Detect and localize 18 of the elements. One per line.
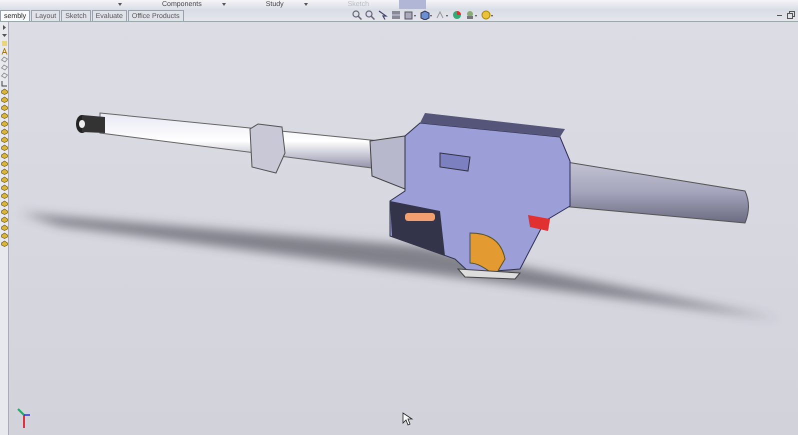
expand-arrow-icon[interactable] [0, 24, 8, 31]
axis-triad-icon [17, 408, 30, 428]
zoom-area-icon[interactable] [364, 10, 375, 20]
restore-icon[interactable] [787, 11, 795, 19]
annotation-icon[interactable] [0, 48, 8, 55]
dropdown-caret-icon[interactable] [118, 3, 122, 6]
dropdown-caret-icon[interactable] [304, 3, 308, 6]
ribbon-highlight [399, 0, 426, 9]
minimize-icon[interactable] [777, 14, 782, 16]
zoom-fit-icon[interactable] [352, 10, 362, 20]
origin-icon[interactable] [0, 80, 8, 87]
lightbulb-icon[interactable] [480, 10, 494, 20]
cursor-icon [402, 412, 414, 426]
cube-icon[interactable] [420, 10, 433, 20]
filter-icon[interactable] [0, 32, 8, 39]
view-orientation-icon[interactable] [404, 10, 417, 20]
dropdown-caret-icon[interactable] [222, 3, 226, 6]
scene-icon[interactable] [464, 10, 478, 20]
